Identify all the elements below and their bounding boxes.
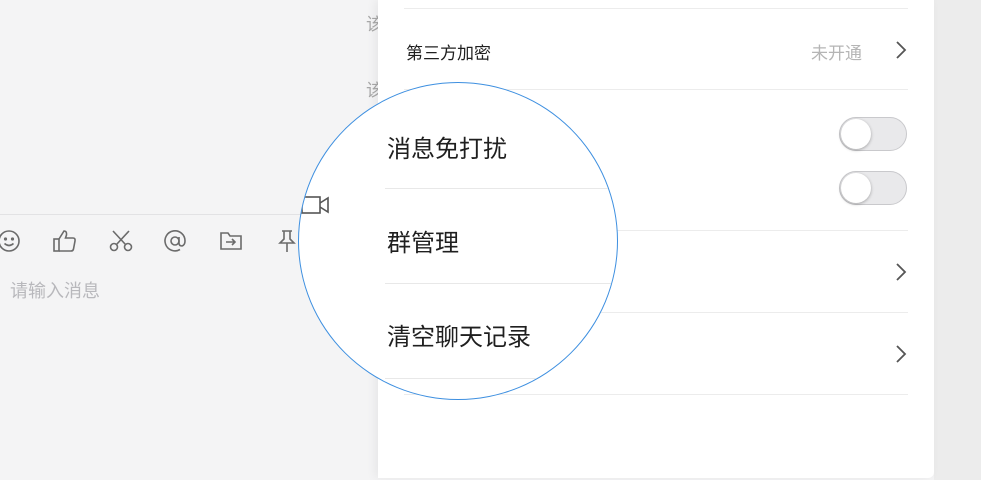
window-edge — [934, 0, 981, 480]
lens-divider — [385, 378, 617, 379]
message-input[interactable] — [10, 278, 310, 304]
toggle-knob — [841, 119, 871, 149]
chevron-right-icon — [894, 40, 908, 60]
row-divider — [404, 8, 908, 9]
chevron-right-icon[interactable] — [894, 344, 908, 364]
at-icon[interactable] — [162, 228, 192, 260]
clear-chat-history-label[interactable]: 清空聊天记录 — [387, 317, 531, 352]
settings-toggle[interactable] — [839, 171, 907, 205]
smile-icon[interactable] — [0, 228, 26, 260]
row-label: 第三方加密 — [406, 44, 491, 64]
do-not-disturb-label[interactable]: 消息免打扰 — [387, 129, 507, 164]
lens-divider — [385, 283, 617, 284]
lens-divider — [385, 188, 617, 189]
row-value: 未开通 — [811, 44, 862, 64]
do-not-disturb-toggle[interactable] — [839, 117, 907, 151]
group-management-label[interactable]: 群管理 — [387, 223, 459, 258]
thumbs-up-icon[interactable] — [52, 228, 82, 260]
video-camera-icon[interactable] — [300, 193, 332, 217]
magnifier-lens: 消息免打扰 群管理 清空聊天记录 — [298, 82, 618, 400]
scissors-icon[interactable] — [108, 228, 138, 260]
chevron-right-icon[interactable] — [894, 262, 908, 282]
toggle-knob — [841, 173, 871, 203]
forward-icon[interactable] — [218, 228, 248, 260]
